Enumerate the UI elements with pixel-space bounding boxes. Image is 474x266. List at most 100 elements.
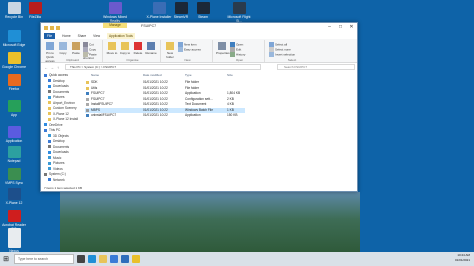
nav-folder-icon: [48, 112, 51, 116]
file-row[interactable]: uninstallFSUIPC7 01/01/2021 10:22 Applicat…: [85, 113, 245, 118]
edge-taskbar-icon[interactable]: [88, 255, 96, 263]
move-to-button[interactable]: Move to: [106, 42, 118, 55]
ms-flight-sim-icon[interactable]: Microsoft Flight Si...: [226, 2, 252, 23]
app-icon-5[interactable]: Application: [1, 126, 27, 143]
copy-to-icon: [121, 42, 129, 50]
windows-mixed-reality-glyph-icon: [108, 2, 122, 14]
invert-selection-button[interactable]: Invert selection: [269, 52, 295, 57]
file-date: 01/01/2021 10:22: [143, 102, 168, 106]
paste-button[interactable]: Paste: [70, 42, 82, 55]
nav-folder-icon: [48, 95, 51, 99]
file-row[interactable]: SDK 01/01/2021 10:22 File folder: [85, 80, 245, 85]
group-label: Open: [235, 58, 244, 62]
file-date: 01/01/2021 10:22: [143, 107, 168, 112]
file-row[interactable]: FSUIPC7 01/01/2021 10:22 Application 1,804 …: [85, 91, 245, 96]
history-button[interactable]: History: [230, 52, 245, 57]
file-row[interactable]: Utils 01/01/2021 10:22 File folder: [85, 86, 245, 91]
app-4-glyph-icon: [7, 100, 21, 112]
desktop-icon-label: Google Chrome: [2, 65, 26, 69]
file-row[interactable]: FSUIPC7 01/01/2021 10:22 Configuration set…: [85, 97, 245, 102]
new-folder-icon[interactable]: [56, 26, 60, 30]
firefox-icon[interactable]: Firefox: [1, 74, 27, 91]
forward-arrow-icon[interactable]: →: [50, 65, 54, 70]
nav-item-label: X-Plane 12: [53, 111, 69, 116]
system-clock[interactable]: 10:24 AM 01/01/2021: [455, 253, 470, 262]
group-label: Organise: [126, 58, 139, 62]
easy-access-button[interactable]: Easy access: [178, 47, 201, 52]
steam-icon[interactable]: Steam: [190, 2, 216, 19]
properties-button[interactable]: Properties: [216, 42, 230, 55]
taskbar-search-input[interactable]: Type here to search: [14, 254, 74, 264]
store-taskbar-icon[interactable]: [110, 255, 118, 263]
file-row[interactable]: MBPS 01/01/2021 10:22 Windows Batch File 1 …: [85, 107, 245, 113]
window-title: FSUIPC7: [141, 24, 157, 28]
file-size: 2 KB: [227, 96, 234, 101]
nav-item-label: Desktop: [53, 78, 65, 83]
delete-button[interactable]: Delete: [132, 42, 144, 55]
app-icon-4[interactable]: App: [1, 100, 27, 117]
explorer-taskbar-icon[interactable]: [99, 255, 107, 263]
breadcrumb[interactable]: This PC > System (C:) > FSUIPC7: [65, 64, 261, 70]
app-icon-8[interactable]: X-Plane 12: [1, 188, 27, 205]
file-icon: [86, 103, 89, 106]
nav-item-label: OneDrive: [49, 122, 63, 127]
nav-folder-icon: [48, 134, 51, 138]
chrome-icon[interactable]: Google Chrome: [1, 52, 27, 69]
shortcut-icon-2[interactable]: Nexus: [1, 236, 27, 253]
windows-mixed-reality-icon[interactable]: Windows Mixed Reality: [102, 2, 128, 23]
file-row[interactable]: InstallFSUIPC7 01/01/2021 10:22 Text Docum…: [85, 102, 245, 107]
filezilla-icon[interactable]: FileZilla: [22, 2, 48, 19]
file-icon: [86, 97, 89, 101]
task-view-icon[interactable]: [77, 255, 85, 263]
app-5-glyph-icon: [7, 126, 21, 138]
column-header-date[interactable]: Date modified: [143, 73, 162, 78]
nav-item-network[interactable]: Network: [41, 178, 83, 184]
file-date: 01/01/2021 10:22: [143, 113, 168, 117]
copy-button[interactable]: Copy: [57, 42, 69, 55]
nav-item-label: Airport_Environ: [53, 100, 75, 105]
ms-flight-sim-glyph-icon: [232, 2, 246, 14]
maximize-button[interactable]: □: [335, 23, 346, 32]
up-arrow-icon[interactable]: ↑: [56, 65, 60, 70]
file-date: 01/01/2021 10:22: [143, 91, 168, 95]
nav-item-label: Quick access: [49, 73, 68, 77]
file-size: 4 KB: [227, 102, 234, 106]
column-header-size[interactable]: Size: [227, 73, 233, 78]
pin-icon: [46, 42, 54, 50]
group-label: Clipboard: [66, 58, 79, 62]
mail-taskbar-icon[interactable]: [121, 255, 129, 263]
taskbar: ⊞ Type here to search 10:24 AM 01/01/202…: [0, 252, 474, 266]
nav-item-label: This PC: [49, 128, 61, 132]
close-button[interactable]: ✕: [346, 23, 357, 32]
file-name: Utils: [91, 85, 98, 90]
nav-item-label: Downloads: [53, 150, 69, 154]
new-folder-button[interactable]: New folder: [164, 42, 176, 59]
app-icon-6[interactable]: Notepad: [1, 146, 27, 163]
nav-folder-icon: [44, 73, 47, 77]
search-input[interactable]: Search FSUIPC7: [277, 64, 355, 70]
nav-folder-icon: [48, 167, 51, 171]
nav-item-label: Custom Scenery: [53, 106, 77, 110]
nav-folder-icon: [44, 128, 47, 132]
rename-button[interactable]: Rename: [145, 42, 157, 55]
column-header-name[interactable]: Name: [91, 73, 99, 78]
title-bar[interactable]: Manage FSUIPC7 – □ ✕: [41, 23, 357, 33]
file-type: Windows Batch File: [185, 107, 213, 112]
app-icon-7[interactable]: VMPS Sync: [1, 168, 27, 185]
properties-icon[interactable]: [50, 26, 54, 30]
chrome-glyph-icon: [7, 52, 21, 64]
column-header-type[interactable]: Type: [185, 73, 192, 78]
nav-folder-icon: [48, 156, 51, 160]
quick-access-toolbar: [41, 26, 60, 30]
open-group: Properties Open Edit History Open: [215, 40, 265, 62]
new-group: New folder New item Easy access New: [163, 40, 213, 62]
nav-folder-icon: [48, 84, 51, 88]
minimize-button[interactable]: –: [324, 23, 335, 32]
msedge-icon[interactable]: Microsoft Edge: [1, 30, 27, 47]
back-arrow-icon[interactable]: ←: [44, 65, 48, 70]
start-button[interactable]: ⊞: [0, 255, 12, 263]
desktop-icon-label: Application: [5, 139, 23, 143]
chrome-taskbar-icon[interactable]: [132, 255, 140, 263]
copy-to-button[interactable]: Copy to: [119, 42, 131, 55]
manage-tab[interactable]: Manage: [103, 23, 127, 28]
